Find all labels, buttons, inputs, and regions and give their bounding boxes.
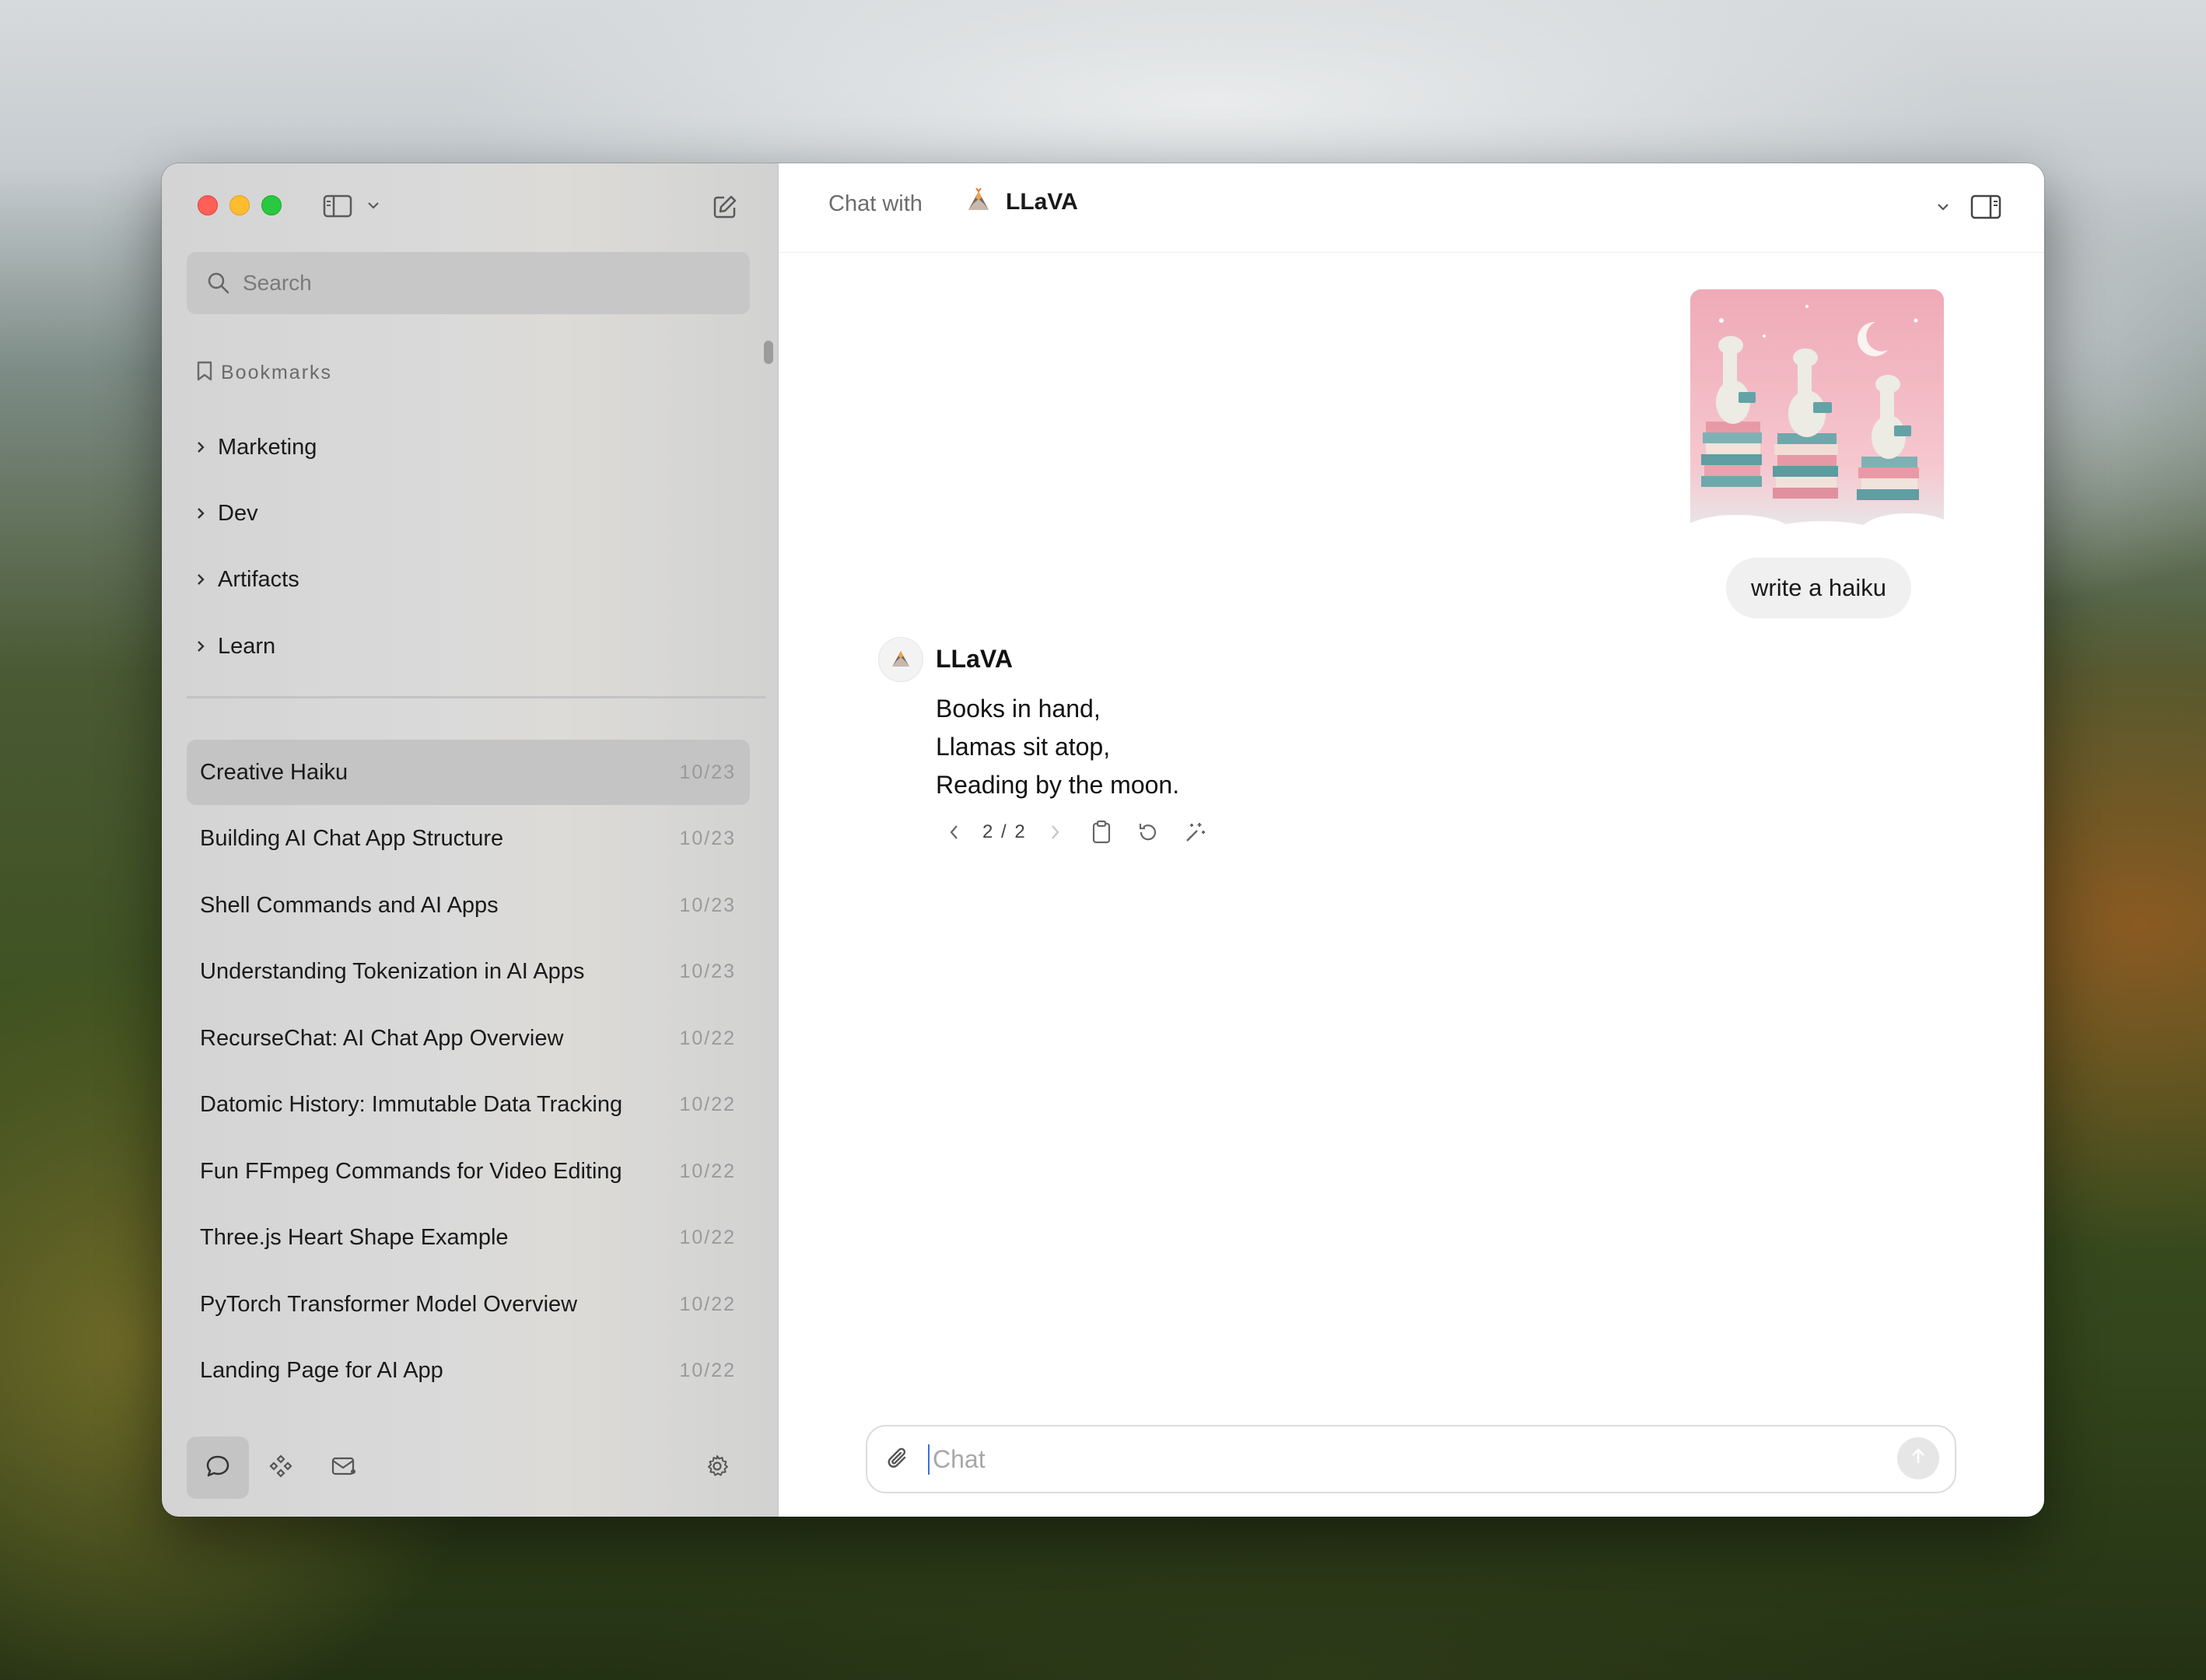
chevron-down-icon[interactable] [1935, 199, 1952, 215]
minimize-window-button[interactable] [229, 195, 250, 215]
chat-date: 10/23 [679, 827, 736, 849]
message-line: Reading by the moon. [936, 771, 1180, 799]
sidebar-toggle-icon[interactable] [322, 193, 353, 219]
new-chat-compose-icon[interactable] [709, 191, 741, 222]
model-name: LLaVA [1006, 188, 1078, 215]
right-panel-toggle-icon[interactable] [1969, 193, 2003, 221]
mail-icon [331, 1454, 357, 1482]
magic-wand-icon[interactable] [1179, 817, 1210, 848]
message-line: Llamas sit atop, [936, 733, 1111, 761]
zoom-window-button[interactable] [261, 195, 282, 215]
version-counter: 2 / 2 [982, 821, 1027, 842]
folder-label: Marketing [218, 434, 317, 460]
chat-title: Fun FFmpeg Commands for Video Editing [200, 1158, 622, 1184]
search-field[interactable] [187, 252, 750, 314]
chat-input[interactable] [928, 1444, 1852, 1475]
assistant-avatar [878, 637, 923, 682]
models-icon [268, 1454, 293, 1482]
chat-with-label: Chat with [828, 191, 923, 216]
chat-list-item[interactable]: Building AI Chat App Structure 10/23 [187, 806, 750, 871]
chat-title: RecurseChat: AI Chat App Overview [200, 1025, 564, 1051]
folder-label: Dev [218, 500, 258, 526]
chat-title: Landing Page for AI App [200, 1357, 443, 1383]
chevron-right-icon [196, 501, 205, 527]
chevron-left-icon[interactable] [939, 817, 970, 848]
bookmark-icon [196, 361, 213, 385]
chat-list-item[interactable]: Landing Page for AI App 10/22 [187, 1338, 750, 1403]
arrow-up-icon [1908, 1447, 1928, 1471]
chat-date: 10/23 [679, 960, 736, 982]
copy-clipboard-icon[interactable] [1086, 817, 1117, 848]
chat-title: Three.js Heart Shape Example [200, 1224, 509, 1250]
assistant-name: LLaVA [936, 645, 1013, 673]
chat-date: 10/22 [679, 1226, 736, 1248]
chat-date: 10/23 [679, 761, 736, 783]
chat-title: Understanding Tokenization in AI Apps [200, 958, 585, 984]
mail-tab-button[interactable] [313, 1437, 375, 1499]
chat-list-item[interactable]: RecurseChat: AI Chat App Overview 10/22 [187, 1006, 750, 1071]
user-attached-image[interactable] [1690, 289, 1944, 543]
chat-date: 10/22 [679, 1027, 736, 1049]
chat-title: Building AI Chat App Structure [200, 825, 504, 851]
user-message-bubble: write a haiku [1726, 558, 1912, 618]
chat-date: 10/22 [679, 1160, 736, 1182]
search-icon [207, 271, 230, 295]
send-button[interactable] [1897, 1437, 1939, 1479]
chat-date: 10/22 [679, 1359, 736, 1381]
chat-composer[interactable] [866, 1425, 1956, 1493]
chevron-right-icon [196, 567, 205, 593]
close-window-button[interactable] [198, 195, 218, 215]
models-tab-button[interactable] [250, 1437, 312, 1499]
search-input[interactable] [241, 270, 711, 296]
assistant-message: Books in hand, Llamas sit atop, Reading … [936, 690, 1179, 804]
chat-list-item[interactable]: Understanding Tokenization in AI Apps 10… [187, 939, 750, 1004]
chat-list-item[interactable]: Shell Commands and AI Apps 10/23 [187, 873, 750, 938]
chat-header: Chat with LLaVA [779, 163, 2044, 253]
folder-learn[interactable]: Learn [196, 627, 275, 666]
chevron-right-icon [196, 634, 205, 660]
chat-main-panel: Chat with LLaVA write a haiku LLaVA Book… [779, 163, 2044, 1517]
chat-list-item[interactable]: PyTorch Transformer Model Overview 10/22 [187, 1272, 750, 1337]
user-message-text: write a haiku [1751, 574, 1887, 601]
chat-title: Shell Commands and AI Apps [200, 892, 499, 918]
sidebar-scrollbar[interactable] [764, 341, 773, 364]
chat-date: 10/22 [679, 1293, 736, 1315]
chat-title: Datomic History: Immutable Data Tracking [200, 1091, 623, 1117]
sidebar-divider [187, 696, 765, 698]
chevron-right-icon[interactable] [1039, 817, 1070, 848]
sidebar: Bookmarks Marketing Dev Artifacts Learn … [162, 163, 779, 1517]
settings-button[interactable] [686, 1437, 748, 1499]
chat-list-item[interactable]: Fun FFmpeg Commands for Video Editing 10… [187, 1139, 750, 1204]
bookmarks-label: Bookmarks [221, 362, 333, 383]
folder-label: Artifacts [218, 566, 299, 592]
regenerate-icon[interactable] [1133, 817, 1164, 848]
chat-icon [205, 1453, 231, 1483]
chat-list-item[interactable]: Creative Haiku 10/23 [187, 740, 750, 805]
chats-tab-button[interactable] [187, 1437, 249, 1499]
message-actions: 2 / 2 [939, 817, 1210, 848]
chat-list-item[interactable]: Three.js Heart Shape Example 10/22 [187, 1205, 750, 1270]
sidebar-footer [162, 1425, 778, 1517]
message-line: Books in hand, [936, 695, 1101, 723]
chat-date: 10/23 [679, 894, 736, 916]
settings-icon [705, 1454, 730, 1482]
paperclip-icon[interactable] [886, 1446, 911, 1472]
chat-date: 10/22 [679, 1093, 736, 1115]
model-selector[interactable]: LLaVA [965, 187, 1078, 217]
chevron-down-icon[interactable] [366, 198, 381, 213]
bookmarks-header: Bookmarks [196, 361, 332, 385]
chevron-right-icon [196, 435, 205, 460]
folder-marketing[interactable]: Marketing [196, 428, 317, 467]
chat-list-item[interactable]: Datomic History: Immutable Data Tracking… [187, 1072, 750, 1137]
chat-title: PyTorch Transformer Model Overview [200, 1291, 578, 1317]
app-window: Bookmarks Marketing Dev Artifacts Learn … [162, 163, 2044, 1517]
llava-volcano-icon [890, 647, 912, 673]
llava-volcano-icon [965, 187, 992, 217]
folder-label: Learn [218, 633, 276, 659]
folder-artifacts[interactable]: Artifacts [196, 560, 299, 599]
chat-title: Creative Haiku [200, 759, 348, 785]
folder-dev[interactable]: Dev [196, 494, 258, 533]
